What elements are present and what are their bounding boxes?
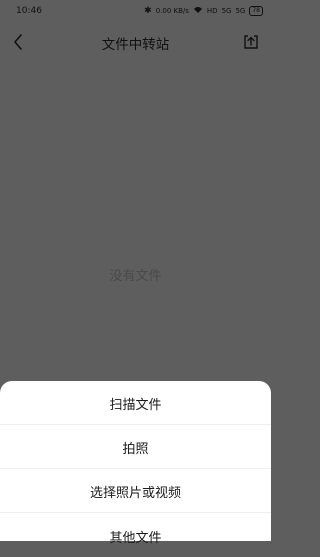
status-icons: ✱ 0.00 KB/s HD 5G 5G 78 <box>144 6 263 17</box>
signal-icon-sim2: 5G <box>235 7 246 15</box>
sheet-item-scan[interactable]: 扫描文件 <box>0 383 271 425</box>
back-button[interactable] <box>8 30 28 54</box>
sheet-item-choose-media[interactable]: 选择照片或视频 <box>0 471 271 513</box>
sheet-item-photo[interactable]: 拍照 <box>0 427 271 469</box>
page-title: 文件中转站 <box>101 37 170 53</box>
status-time: 10:46 <box>16 6 42 16</box>
hd-badge: HD <box>206 7 218 15</box>
chevron-left-icon <box>14 34 22 50</box>
signal-icon-sim1: 5G <box>221 7 232 15</box>
status-bar: 10:46 ✱ 0.00 KB/s HD 5G 5G 78 <box>0 0 271 22</box>
upload-button[interactable] <box>241 31 261 53</box>
bottom-sheet: 扫描文件 拍照 选择照片或视频 其他文件 <box>0 381 271 546</box>
battery-icon: 78 <box>249 6 263 16</box>
upload-icon <box>244 35 258 49</box>
nav-bar: 文件中转站 <box>0 26 271 60</box>
network-speed: 0.00 KB/s <box>155 7 189 15</box>
bluetooth-icon: ✱ <box>144 6 152 16</box>
wifi-icon <box>193 6 203 17</box>
sheet-item-other-files[interactable]: 其他文件 <box>0 515 271 557</box>
empty-state-text: 没有文件 <box>109 269 162 284</box>
